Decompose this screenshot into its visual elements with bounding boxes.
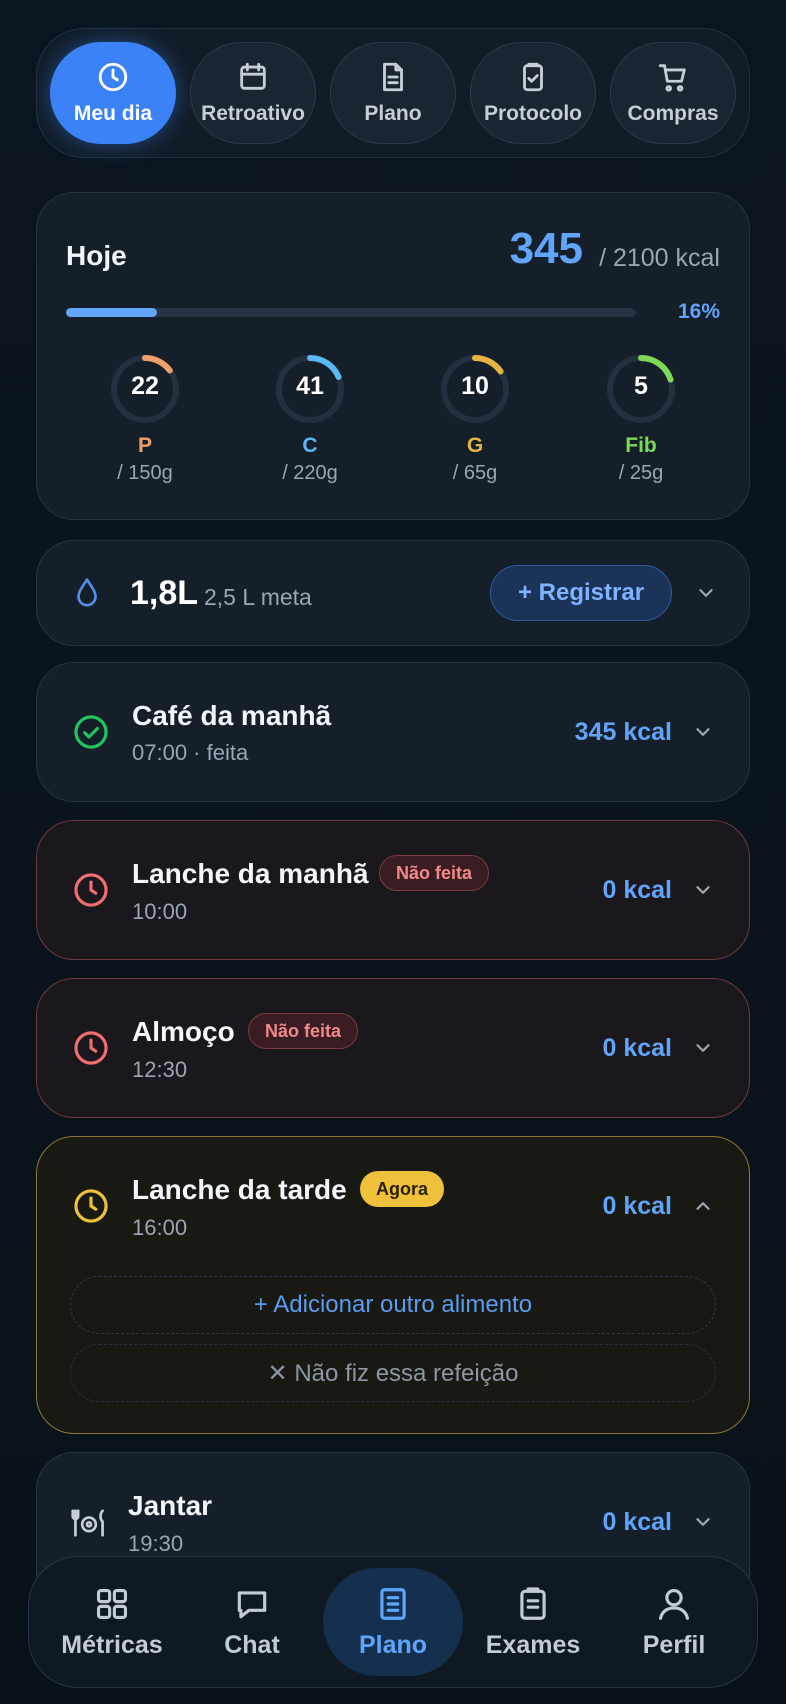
carbs-value: 41 bbox=[296, 372, 324, 400]
tab-label: Retroativo bbox=[201, 102, 305, 125]
fiber-goal: / 25g bbox=[618, 462, 664, 484]
check-circle-icon bbox=[74, 715, 108, 749]
kcal-consumed: 345 bbox=[509, 224, 583, 273]
nav-label: Perfil bbox=[642, 1630, 706, 1659]
tab-label: Compras bbox=[627, 102, 719, 125]
chevron-down-icon[interactable] bbox=[692, 1511, 714, 1533]
nav-label: Chat bbox=[224, 1630, 280, 1659]
nav-perfil[interactable]: Perfil bbox=[604, 1568, 744, 1676]
macro-fat: 10 G / 65g bbox=[415, 352, 535, 485]
tab-plano[interactable]: Plano bbox=[330, 42, 456, 144]
tab-label: Meu dia bbox=[73, 102, 153, 125]
clock-icon bbox=[74, 873, 108, 907]
chevron-down-icon[interactable] bbox=[692, 879, 714, 901]
water-goal: 2,5 L meta bbox=[204, 584, 312, 610]
protein-value: 22 bbox=[131, 372, 159, 400]
skip-meal-button[interactable]: ✕ Não fiz essa refeição bbox=[70, 1344, 716, 1402]
meal-subtitle: 19:30 bbox=[128, 1531, 184, 1556]
water-value: 1,8L bbox=[130, 574, 199, 612]
fat-label: G bbox=[466, 434, 484, 457]
grid-icon bbox=[96, 1588, 128, 1619]
meal-kcal: 0 kcal bbox=[602, 1192, 672, 1220]
meal-kcal: 0 kcal bbox=[602, 1508, 672, 1536]
meal-title: Lanche da tarde bbox=[132, 1174, 347, 1205]
status-badge: Agora bbox=[360, 1171, 445, 1207]
fat-value: 10 bbox=[461, 372, 489, 400]
meal-kcal: 345 kcal bbox=[574, 718, 672, 746]
meal-title: Café da manhã bbox=[132, 700, 332, 731]
droplet-icon bbox=[77, 578, 97, 607]
meal-kcal: 0 kcal bbox=[602, 876, 672, 904]
cart-icon bbox=[658, 64, 686, 92]
clock-icon bbox=[74, 1031, 108, 1065]
tab-compras[interactable]: Compras bbox=[610, 42, 736, 144]
meal-title: Almoço bbox=[132, 1016, 235, 1047]
fat-goal: / 65g bbox=[452, 462, 498, 484]
calendar-icon bbox=[240, 62, 266, 90]
document-icon bbox=[383, 62, 403, 92]
meal-title: Jantar bbox=[128, 1490, 213, 1521]
nav-label: Exames bbox=[485, 1630, 581, 1659]
kcal-progress-fill bbox=[66, 308, 158, 317]
top-tab-bar: Meu dia Retroativo Plano Protocolo Compr… bbox=[36, 28, 750, 158]
protein-label: P bbox=[137, 434, 152, 457]
document-icon bbox=[380, 1587, 406, 1620]
tab-retroativo[interactable]: Retroativo bbox=[190, 42, 316, 144]
macro-protein: 22 P / 150g bbox=[85, 352, 205, 485]
carbs-label: C bbox=[302, 434, 318, 457]
fiber-label: Fib bbox=[625, 434, 657, 457]
nav-metricas[interactable]: Métricas bbox=[42, 1568, 182, 1676]
nav-chat[interactable]: Chat bbox=[182, 1568, 322, 1676]
kcal-progress-percent: 16% bbox=[677, 300, 720, 323]
meal-subtitle: 10:00 bbox=[132, 899, 188, 924]
macro-carbs: 41 C / 220g bbox=[250, 352, 370, 485]
nav-label: Plano bbox=[358, 1630, 428, 1659]
user-icon bbox=[658, 1588, 690, 1620]
meal-subtitle: 16:00 bbox=[132, 1215, 188, 1240]
chevron-down-icon[interactable] bbox=[692, 721, 714, 743]
fiber-value: 5 bbox=[634, 372, 648, 400]
chevron-up-icon[interactable] bbox=[692, 1195, 714, 1217]
add-food-button[interactable]: + Adicionar outro alimento bbox=[70, 1276, 716, 1334]
clipboard-check-icon bbox=[523, 62, 543, 92]
meal-kcal: 0 kcal bbox=[602, 1034, 672, 1062]
nav-plano[interactable]: Plano bbox=[323, 1568, 463, 1676]
status-badge: Não feita bbox=[379, 855, 490, 891]
summary-title: Hoje bbox=[66, 240, 127, 271]
carbs-goal: / 220g bbox=[282, 462, 338, 484]
meal-title: Lanche da manhã bbox=[132, 858, 369, 889]
protein-goal: / 150g bbox=[117, 462, 173, 484]
status-badge: Não feita bbox=[248, 1013, 359, 1049]
meal-subtitle: 07:00 · feita bbox=[132, 740, 249, 765]
clock-icon bbox=[74, 1189, 108, 1223]
tab-protocolo[interactable]: Protocolo bbox=[470, 42, 596, 144]
plate-cutlery-icon bbox=[71, 1509, 104, 1537]
macro-fiber: 5 Fib / 25g bbox=[581, 352, 701, 485]
register-water-button[interactable]: + Registrar bbox=[490, 565, 672, 621]
clock-icon bbox=[98, 62, 128, 92]
kcal-goal: / 2100 kcal bbox=[599, 244, 720, 272]
chevron-down-icon[interactable] bbox=[695, 582, 717, 604]
tab-label: Plano bbox=[364, 102, 422, 125]
meal-subtitle: 12:30 bbox=[132, 1057, 188, 1082]
tab-label: Protocolo bbox=[484, 102, 582, 125]
nav-exames[interactable]: Exames bbox=[463, 1568, 603, 1676]
clipboard-icon bbox=[520, 1586, 546, 1620]
nav-label: Métricas bbox=[61, 1630, 163, 1659]
tab-meu-dia[interactable]: Meu dia bbox=[50, 42, 176, 144]
chat-icon bbox=[237, 1590, 267, 1618]
chevron-down-icon[interactable] bbox=[692, 1037, 714, 1059]
